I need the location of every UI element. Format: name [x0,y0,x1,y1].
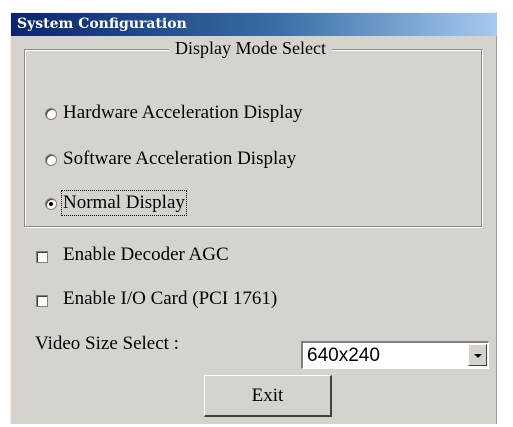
groupbox-legend: Display Mode Select [169,38,332,59]
window-title: System Configuration [17,16,187,32]
radio-label-normal-display[interactable]: Normal Display [61,190,187,216]
title-bar[interactable]: System Configuration [11,13,497,36]
enable-io-card-label[interactable]: Enable I/O Card (PCI 1761) [63,288,277,310]
radio-software-acceleration[interactable] [45,154,57,166]
radio-hardware-acceleration[interactable] [45,108,57,120]
chevron-down-icon [474,354,482,358]
radio-selected-dot [49,202,53,206]
radio-label-hardware-acceleration[interactable]: Hardware Acceleration Display [63,102,303,124]
system-configuration-dialog: System Configuration Display Mode Select… [10,12,497,424]
video-size-label: Video Size Select : [35,333,179,354]
video-size-value: 640x240 [307,345,380,366]
enable-decoder-agc-label[interactable]: Enable Decoder AGC [63,244,229,266]
radio-label-software-acceleration[interactable]: Software Acceleration Display [63,148,296,170]
enable-io-card-checkbox[interactable] [36,295,48,307]
video-size-select[interactable]: 640x240 [301,341,489,369]
display-mode-groupbox: Display Mode Select Hardware Acceleratio… [24,38,482,227]
dropdown-arrow-button[interactable] [468,344,487,366]
radio-normal-display[interactable] [45,198,57,210]
enable-decoder-agc-checkbox[interactable] [36,251,48,263]
exit-button[interactable]: Exit [204,375,332,417]
